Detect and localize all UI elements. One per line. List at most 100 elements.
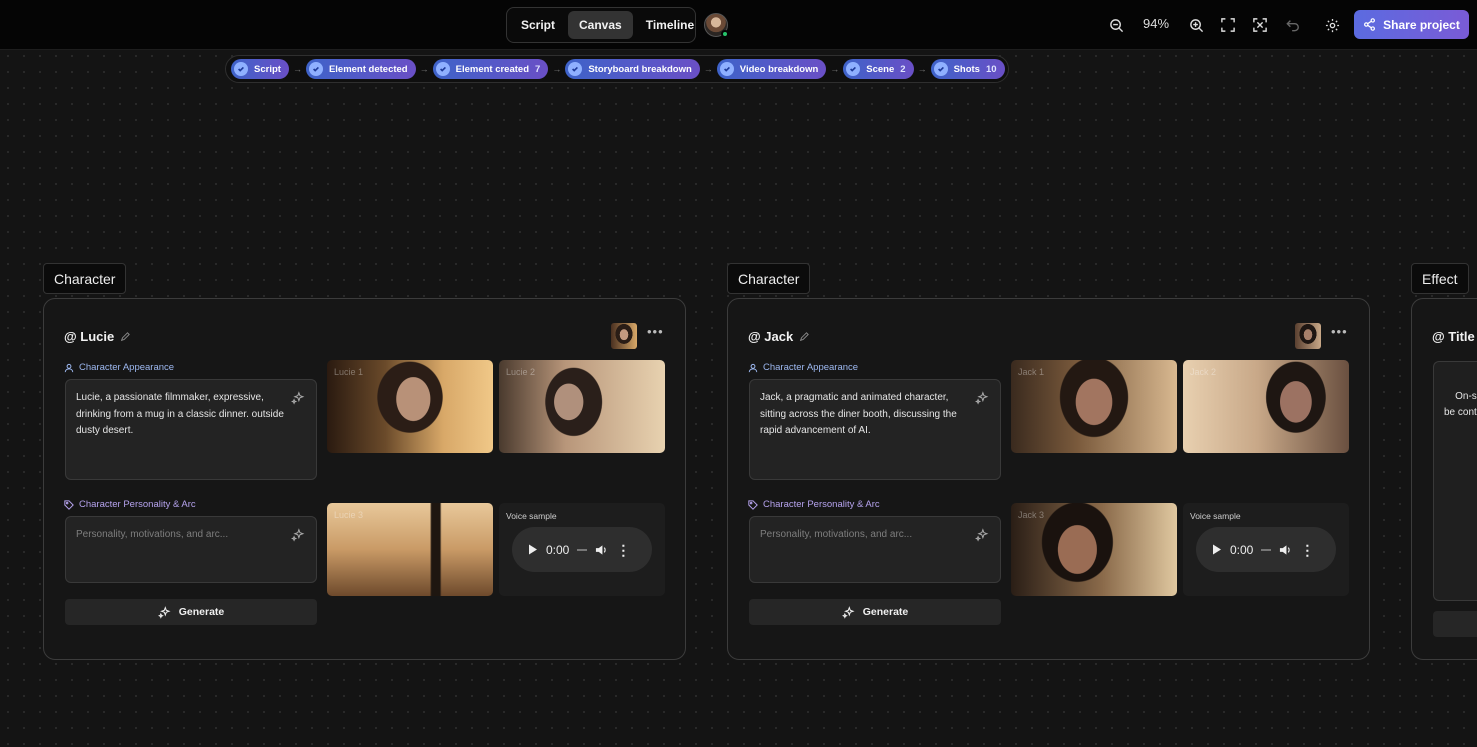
appearance-text: Lucie, a passionate filmmaker, expressiv… [76, 392, 284, 436]
undo-icon [1286, 20, 1299, 32]
gear-icon [1325, 18, 1339, 32]
character-card-jack[interactable]: @ Jack ••• Character Appearance Jack, a … [727, 298, 1370, 660]
personality-textarea[interactable]: Personality, motivations, and arc... [65, 516, 317, 583]
image-label: Jack 1 [1018, 367, 1045, 377]
image-label: Jack 2 [1190, 367, 1217, 377]
check-icon [234, 62, 248, 76]
settings-button[interactable] [1321, 14, 1343, 36]
pipeline-step-label: Scene [866, 63, 895, 75]
character-card-lucie[interactable]: @ Lucie ••• Character Appearance Lucie, … [43, 298, 686, 660]
pipeline-step-script[interactable]: Script [231, 59, 289, 79]
person-icon [748, 363, 758, 372]
generate-button[interactable] [1433, 611, 1477, 637]
effect-text: On-scr be cont [1444, 390, 1477, 419]
fit-screen-button[interactable] [1217, 14, 1239, 36]
undo-button[interactable] [1282, 14, 1304, 36]
audio-time: 0:00 [1230, 542, 1254, 557]
appearance-textarea[interactable]: Lucie, a passionate filmmaker, expressiv… [65, 379, 317, 480]
more-options-icon[interactable]: ••• [647, 325, 663, 343]
audio-player[interactable]: 0:00 ⋮ [1196, 527, 1336, 572]
zoom-in-icon [1189, 18, 1203, 32]
voice-sample-label: Voice sample [506, 511, 557, 521]
volume-icon[interactable] [1279, 544, 1292, 556]
pipeline-step-label: Shots [953, 63, 980, 75]
character-image[interactable]: Jack 3 [1011, 503, 1177, 596]
generate-label: Generate [862, 606, 909, 618]
tab-script[interactable]: Script [510, 11, 566, 39]
character-image[interactable]: Jack 2 [1183, 360, 1349, 453]
personality-section-label: Character Personality & Arc [748, 499, 880, 510]
effect-name: @ Title T [1432, 329, 1477, 344]
zoom-out-button[interactable] [1105, 14, 1127, 36]
image-label: Lucie 3 [334, 510, 364, 520]
online-status-indicator [721, 30, 729, 38]
fullscreen-button[interactable] [1249, 14, 1271, 36]
character-image[interactable]: Lucie 1 [327, 360, 493, 453]
volume-icon[interactable] [595, 544, 608, 556]
character-image[interactable]: Lucie 2 [499, 360, 665, 453]
zoom-level: 94% [1142, 16, 1170, 31]
sparkle-icon[interactable] [975, 528, 989, 542]
appearance-section-label: Character Appearance [748, 362, 858, 373]
pipeline-step-count: 2 [900, 63, 906, 75]
personality-textarea[interactable]: Personality, motivations, and arc... [749, 516, 1001, 583]
play-icon[interactable] [528, 544, 538, 555]
pipeline-step-shots[interactable]: Shots 10 [930, 59, 1005, 79]
pipeline-step-count: 10 [985, 63, 997, 75]
character-avatar[interactable] [611, 323, 637, 349]
pipeline-step-storyboard-breakdown[interactable]: Storyboard breakdown [565, 59, 700, 79]
pipeline-progress: Script → Element detected → Element crea… [225, 55, 1009, 83]
check-icon [719, 62, 734, 76]
audio-player[interactable]: 0:00 ⋮ [512, 527, 652, 572]
generate-button[interactable]: Generate [65, 599, 317, 625]
sparkle-icon[interactable] [291, 391, 305, 405]
arrow-right-icon: → [917, 64, 927, 74]
appearance-text: Jack, a pragmatic and animated character… [760, 392, 957, 436]
view-switcher: Script Canvas Timeline [506, 7, 696, 43]
effect-textarea[interactable]: On-scr be cont [1433, 361, 1477, 601]
zoom-in-button[interactable] [1185, 14, 1207, 36]
image-label: Jack 3 [1018, 510, 1045, 520]
audio-progress-track[interactable] [1261, 548, 1272, 551]
character-image[interactable]: Lucie 3 [327, 503, 493, 596]
share-project-label: Share project [1383, 17, 1460, 32]
tag-icon [748, 499, 758, 510]
effect-card[interactable]: @ Title T On-scr be cont [1411, 298, 1477, 660]
card-title: @ Lucie [64, 329, 131, 344]
pencil-icon[interactable] [120, 331, 131, 342]
appearance-textarea[interactable]: Jack, a pragmatic and animated character… [749, 379, 1001, 480]
more-vertical-icon[interactable]: ⋮ [616, 543, 630, 557]
pipeline-step-video-breakdown[interactable]: Video breakdown [716, 59, 827, 79]
share-project-button[interactable]: Share project [1354, 10, 1469, 39]
person-icon [64, 363, 74, 372]
pipeline-step-count: 7 [535, 63, 541, 75]
check-icon [846, 62, 861, 76]
play-icon[interactable] [1212, 544, 1222, 555]
character-name: @ Lucie [64, 329, 115, 344]
character-avatar[interactable] [1295, 323, 1321, 349]
pipeline-step-element-created[interactable]: Element created 7 [432, 59, 549, 79]
audio-progress-track[interactable] [577, 548, 588, 551]
share-icon [1364, 18, 1376, 31]
personality-placeholder: Personality, motivations, and arc... [760, 529, 913, 540]
pipeline-step-element-detected[interactable]: Element detected [305, 59, 416, 79]
check-icon [308, 62, 323, 76]
voice-sample-panel: Voice sample 0:00 ⋮ [499, 503, 665, 596]
sparkle-icon [841, 605, 855, 619]
tab-timeline[interactable]: Timeline [635, 11, 705, 39]
voice-sample-panel: Voice sample 0:00 ⋮ [1183, 503, 1349, 596]
pencil-icon[interactable] [799, 331, 810, 342]
node-type-label: Effect [1411, 263, 1469, 294]
node-type-label: Character [727, 263, 811, 294]
tab-canvas[interactable]: Canvas [568, 11, 633, 39]
more-options-icon[interactable]: ••• [1331, 325, 1347, 343]
sparkle-icon[interactable] [291, 528, 305, 542]
more-vertical-icon[interactable]: ⋮ [1300, 543, 1314, 557]
generate-button[interactable]: Generate [749, 599, 1001, 625]
voice-sample-label: Voice sample [1190, 511, 1241, 521]
arrow-right-icon: → [292, 64, 302, 74]
check-icon [435, 62, 450, 76]
character-image[interactable]: Jack 1 [1011, 360, 1177, 453]
pipeline-step-scene[interactable]: Scene 2 [843, 59, 914, 79]
sparkle-icon[interactable] [975, 391, 989, 405]
